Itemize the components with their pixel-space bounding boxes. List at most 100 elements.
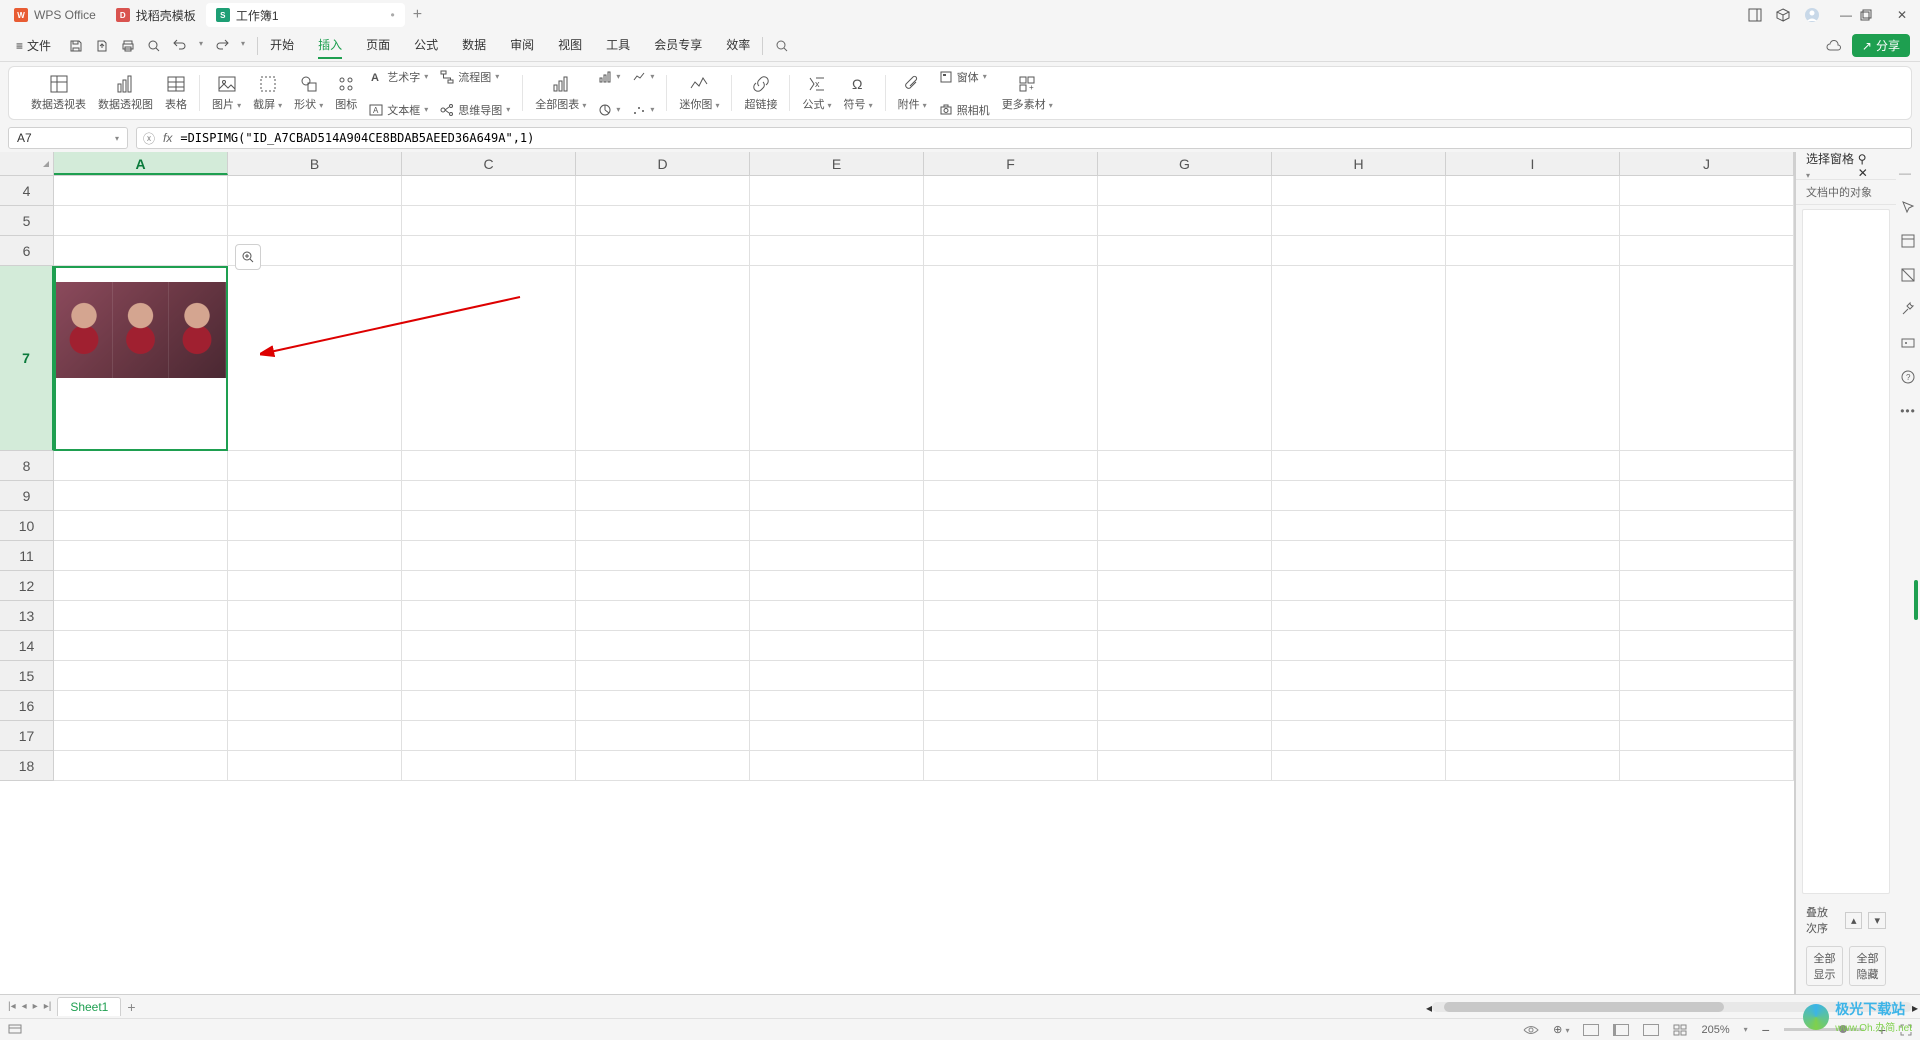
cell[interactable] xyxy=(1272,511,1446,541)
cell[interactable] xyxy=(228,481,402,511)
row-header-18[interactable]: 18 xyxy=(0,751,54,781)
rail-tools-icon[interactable] xyxy=(1899,300,1917,318)
cell[interactable] xyxy=(576,176,750,206)
cell[interactable] xyxy=(402,236,576,266)
cell[interactable] xyxy=(1272,176,1446,206)
cell[interactable] xyxy=(1620,511,1794,541)
cell[interactable] xyxy=(54,541,228,571)
cell[interactable] xyxy=(924,541,1098,571)
menu-tab-page[interactable]: 页面 xyxy=(366,32,390,59)
row-header-17[interactable]: 17 xyxy=(0,721,54,751)
row-header-13[interactable]: 13 xyxy=(0,601,54,631)
file-menu[interactable]: ≡ 文件 xyxy=(10,35,57,56)
attachment-button[interactable]: 附件 ▾ xyxy=(898,74,927,112)
menu-tab-tools[interactable]: 工具 xyxy=(606,32,630,59)
cell[interactable] xyxy=(924,451,1098,481)
cell[interactable] xyxy=(1272,571,1446,601)
row-header-14[interactable]: 14 xyxy=(0,631,54,661)
cell[interactable] xyxy=(924,236,1098,266)
move-down-icon[interactable]: ▾ xyxy=(1868,912,1886,929)
cell[interactable] xyxy=(1446,751,1620,781)
cell[interactable] xyxy=(576,511,750,541)
target-icon[interactable]: ⊕ ▾ xyxy=(1553,1023,1569,1036)
hscroll-thumb[interactable] xyxy=(1444,1002,1724,1012)
cell[interactable] xyxy=(750,541,924,571)
cell[interactable] xyxy=(1272,601,1446,631)
cell[interactable] xyxy=(1446,541,1620,571)
cell[interactable] xyxy=(576,661,750,691)
hyperlink-button[interactable]: 超链接 xyxy=(744,74,777,112)
cell[interactable] xyxy=(54,236,228,266)
cell[interactable] xyxy=(1446,601,1620,631)
panel-pin-icon[interactable]: ⚲ xyxy=(1858,152,1867,166)
cell[interactable] xyxy=(1098,236,1272,266)
cell[interactable] xyxy=(1098,661,1272,691)
cell[interactable] xyxy=(924,511,1098,541)
view-page-icon[interactable] xyxy=(1613,1024,1629,1036)
cell[interactable] xyxy=(750,511,924,541)
cell[interactable] xyxy=(402,691,576,721)
cell[interactable] xyxy=(750,571,924,601)
cell[interactable] xyxy=(228,176,402,206)
sparkline-button[interactable]: 迷你图 ▾ xyxy=(679,74,719,112)
cell[interactable] xyxy=(1272,691,1446,721)
cell[interactable] xyxy=(576,451,750,481)
sheet-nav-prev[interactable]: ◂ xyxy=(22,1001,27,1012)
row-header-9[interactable]: 9 xyxy=(0,481,54,511)
cell[interactable] xyxy=(402,751,576,781)
row-header-7[interactable]: 7 xyxy=(0,266,54,451)
cell[interactable] xyxy=(1098,511,1272,541)
chart-pie-icon[interactable]: ▾ xyxy=(598,95,620,125)
cell[interactable] xyxy=(54,721,228,751)
cell[interactable] xyxy=(576,721,750,751)
cell[interactable] xyxy=(1620,571,1794,601)
cell[interactable] xyxy=(924,751,1098,781)
column-header-i[interactable]: I xyxy=(1446,152,1620,175)
zoom-label[interactable]: 205% xyxy=(1701,1024,1729,1036)
rail-help-icon[interactable]: ? xyxy=(1899,368,1917,386)
menu-tab-review[interactable]: 审阅 xyxy=(510,32,534,59)
cell[interactable] xyxy=(228,661,402,691)
cell[interactable] xyxy=(750,266,924,451)
cell[interactable] xyxy=(402,511,576,541)
cell[interactable] xyxy=(1098,721,1272,751)
app-tab[interactable]: W WPS Office xyxy=(4,3,106,27)
rail-style-icon[interactable] xyxy=(1899,266,1917,284)
menu-tab-data[interactable]: 数据 xyxy=(462,32,486,59)
cell[interactable] xyxy=(54,601,228,631)
equation-button[interactable]: x公式 ▾ xyxy=(802,74,831,112)
panel-close-icon[interactable]: ✕ xyxy=(1858,166,1868,180)
cell[interactable] xyxy=(1272,661,1446,691)
hscroll-right-icon[interactable]: ▸ xyxy=(1912,1001,1918,1015)
sheet-nav-last[interactable]: ▸| xyxy=(44,1001,52,1012)
eye-icon[interactable] xyxy=(1523,1025,1539,1035)
cell[interactable] xyxy=(1272,236,1446,266)
redo-icon[interactable] xyxy=(215,39,229,53)
form-control-button[interactable]: 窗体▾ xyxy=(939,62,990,92)
cell[interactable] xyxy=(228,691,402,721)
print-preview-icon[interactable] xyxy=(147,39,161,53)
cell[interactable] xyxy=(1098,206,1272,236)
row-header-4[interactable]: 4 xyxy=(0,176,54,206)
formula-input[interactable] xyxy=(180,131,1905,145)
user-avatar-icon[interactable] xyxy=(1804,7,1832,23)
cell[interactable] xyxy=(924,601,1098,631)
row-header-6[interactable]: 6 xyxy=(0,236,54,266)
cell[interactable] xyxy=(54,571,228,601)
cell[interactable] xyxy=(1272,451,1446,481)
maximize-button[interactable] xyxy=(1860,9,1888,21)
minimize-button[interactable]: — xyxy=(1832,8,1860,22)
sheet-nav-next[interactable]: ▸ xyxy=(33,1001,38,1012)
column-header-g[interactable]: G xyxy=(1098,152,1272,175)
cell[interactable] xyxy=(576,571,750,601)
symbol-button[interactable]: Ω符号 ▾ xyxy=(844,74,873,112)
chart-bar-icon[interactable]: ▾ xyxy=(598,62,620,92)
move-up-icon[interactable]: ▴ xyxy=(1845,912,1863,929)
cell[interactable] xyxy=(1620,206,1794,236)
cell[interactable] xyxy=(1272,206,1446,236)
panel-toggle-icon[interactable] xyxy=(1748,8,1776,22)
namebox-dropdown-icon[interactable]: ▾ xyxy=(115,134,119,143)
search-icon[interactable] xyxy=(775,39,789,53)
add-sheet-button[interactable]: + xyxy=(127,999,135,1015)
sheet-nav-first[interactable]: |◂ xyxy=(8,1001,16,1012)
